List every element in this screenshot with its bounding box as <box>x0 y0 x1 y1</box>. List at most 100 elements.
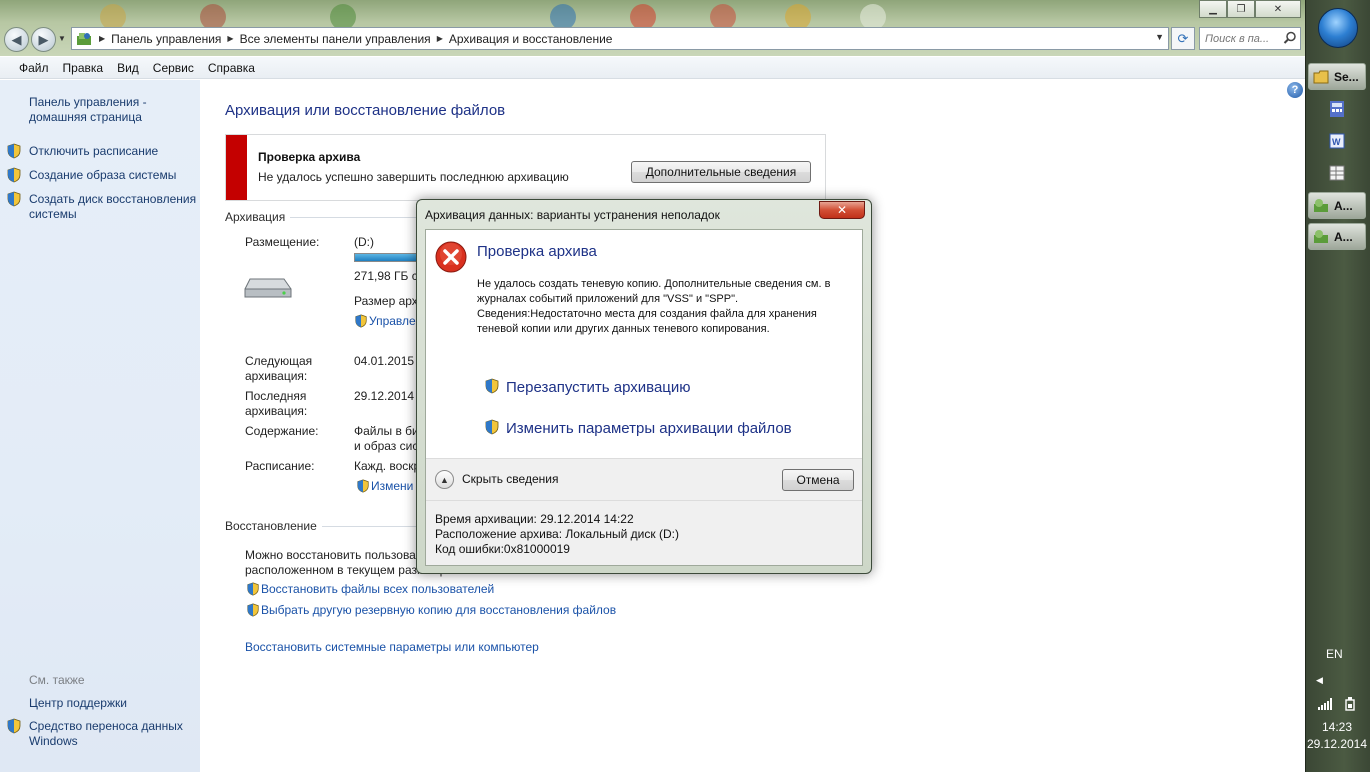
easy-transfer-link[interactable]: Средство переноса данных Windows <box>29 719 194 749</box>
maximize-button[interactable]: ❐ <box>1227 0 1255 18</box>
contents-value-line-2: и образ сис <box>354 439 419 453</box>
last-backup-value: 29.12.2014 1 <box>354 389 425 403</box>
title-bar: ▁ ❐ ✕ ◀ ▶ ▼ ▶ Панель управления ▶ Все эл… <box>0 0 1305 56</box>
shield-icon <box>7 143 21 159</box>
recent-pages-dropdown[interactable]: ▼ <box>58 34 66 43</box>
restart-backup-action[interactable]: Перезапустить архивацию <box>506 379 691 396</box>
detail-backup-location: Расположение архива: Локальный диск (D:) <box>435 527 679 541</box>
alert-color-bar <box>226 135 247 200</box>
taskbar-item-backup-1[interactable]: A... <box>1308 192 1366 219</box>
close-button[interactable]: ✕ <box>1255 0 1301 18</box>
dialog-message-line-2: Сведения:Недостаточно места для создания… <box>477 308 817 335</box>
search-box[interactable] <box>1199 27 1301 50</box>
shield-icon <box>7 167 21 183</box>
taskbar: Se... W A... A... EN ◀ 14:23 29.12.2014 <box>1305 0 1370 772</box>
shield-icon <box>355 314 367 328</box>
taskbar-item-label: Se... <box>1334 69 1359 84</box>
restore-all-users-link[interactable]: Восстановить файлы всех пользователей <box>261 582 494 597</box>
disk-usage-bar <box>354 253 424 262</box>
menu-edit[interactable]: Правка <box>56 61 111 75</box>
hide-details-toggle[interactable]: Скрыть сведения <box>462 472 558 486</box>
clock-time[interactable]: 14:23 <box>1306 720 1368 734</box>
shield-icon <box>357 479 369 493</box>
back-button[interactable]: ◀ <box>4 27 29 52</box>
network-icon[interactable] <box>1318 698 1332 710</box>
taskbar-item-label: A... <box>1334 229 1353 244</box>
see-also-title: См. также <box>29 673 85 687</box>
search-icon[interactable] <box>1283 31 1297 45</box>
backup-section-title: Архивация <box>225 210 286 224</box>
backup-size-value: Размер архи <box>354 294 425 308</box>
change-settings-link[interactable]: Измени <box>371 479 413 494</box>
dialog-close-button[interactable]: ✕ <box>819 201 865 219</box>
left-pane: Панель управления - домашняя страница От… <box>0 80 200 772</box>
taskbar-item-label: A... <box>1334 198 1353 213</box>
dialog-title: Архивация данных: варианты устранения не… <box>425 208 720 222</box>
section-divider <box>322 526 420 527</box>
backup-icon <box>1314 198 1328 212</box>
taskbar-item-backup-2[interactable]: A... <box>1308 223 1366 250</box>
contents-label: Содержание: <box>245 424 319 438</box>
svg-text:W: W <box>1332 137 1341 147</box>
backup-icon <box>1314 229 1328 243</box>
breadcrumb-all-items[interactable]: Все элементы панели управления <box>240 32 431 46</box>
dialog-heading: Проверка архива <box>477 243 597 260</box>
disable-schedule-link[interactable]: Отключить расписание <box>29 144 158 159</box>
next-backup-label: Следующая архивация: <box>245 354 313 383</box>
schedule-label: Расписание: <box>245 459 315 473</box>
menu-bar: Файл Правка Вид Сервис Справка <box>0 57 1305 79</box>
page-title: Архивация или восстановление файлов <box>225 102 506 119</box>
create-recovery-disc-link[interactable]: Создать диск восстановления системы <box>29 192 197 222</box>
power-icon[interactable] <box>1344 697 1356 711</box>
control-panel-home-link[interactable]: Панель управления - домашняя страница <box>29 95 189 125</box>
breadcrumb-backup-restore[interactable]: Архивация и восстановление <box>449 32 613 46</box>
shield-icon <box>247 582 259 596</box>
address-dropdown-icon[interactable]: ▼ <box>1155 32 1164 42</box>
troubleshooting-dialog: Архивация данных: варианты устранения не… <box>416 199 872 574</box>
menu-view[interactable]: Вид <box>110 61 146 75</box>
error-icon <box>435 241 467 273</box>
show-hidden-icons-icon[interactable]: ◀ <box>1316 675 1323 686</box>
start-button[interactable] <box>1318 8 1358 48</box>
shield-icon <box>485 419 499 435</box>
select-other-backup-link[interactable]: Выбрать другую резервную копию для восст… <box>261 603 616 618</box>
footer-divider <box>426 500 862 501</box>
action-center-link[interactable]: Центр поддержки <box>29 696 127 711</box>
alert-text: Не удалось успешно завершить последнюю а… <box>258 170 569 184</box>
help-icon[interactable]: ? <box>1287 82 1303 98</box>
forward-button[interactable]: ▶ <box>31 27 56 52</box>
breadcrumb-separator-icon: ▶ <box>227 34 234 43</box>
menu-file[interactable]: Файл <box>12 61 56 75</box>
dialog-message-line-1: Не удалось создать теневую копию. Дополн… <box>477 278 831 305</box>
refresh-button[interactable]: ⟳ <box>1171 27 1195 50</box>
chevron-up-icon[interactable]: ▲ <box>435 470 454 489</box>
cancel-button[interactable]: Отмена <box>782 469 854 491</box>
menu-tools[interactable]: Сервис <box>146 61 201 75</box>
next-backup-value: 04.01.2015 1 <box>354 354 425 368</box>
restore-text-line-1: Можно восстановить пользова <box>245 548 416 562</box>
breadcrumb-control-panel[interactable]: Панель управления <box>111 32 221 46</box>
spreadsheet-icon[interactable] <box>1328 164 1346 182</box>
address-bar[interactable]: ▶ Панель управления ▶ Все элементы панел… <box>71 27 1169 50</box>
search-input[interactable] <box>1205 32 1285 45</box>
shield-icon <box>7 718 21 734</box>
dialog-footer: ▲ Скрыть сведения Отмена Время архивации… <box>426 458 862 565</box>
free-space-value: 271,98 ГБ св <box>354 269 425 283</box>
create-system-image-link[interactable]: Создание образа системы <box>29 168 176 183</box>
change-backup-settings-action[interactable]: Изменить параметры архивации файлов <box>506 420 792 437</box>
restore-system-link[interactable]: Восстановить системные параметры или ком… <box>245 640 539 655</box>
dialog-body: Проверка архива Не удалось создать тенев… <box>425 229 863 566</box>
disk-usage-fill <box>355 254 423 261</box>
taskbar-item-folder[interactable]: Se... <box>1308 63 1366 90</box>
minimize-button[interactable]: ▁ <box>1199 0 1227 18</box>
language-indicator[interactable]: EN <box>1326 647 1343 661</box>
window-controls: ▁ ❐ ✕ <box>1199 0 1301 18</box>
clock-date[interactable]: 29.12.2014 <box>1306 737 1368 751</box>
last-backup-label: Последняя архивация: <box>245 389 308 418</box>
manage-space-link[interactable]: Управле <box>369 314 416 329</box>
calculator-icon[interactable] <box>1328 100 1346 118</box>
more-info-button[interactable]: Дополнительные сведения <box>631 161 811 183</box>
word-icon[interactable]: W <box>1328 132 1346 150</box>
menu-help[interactable]: Справка <box>201 61 262 75</box>
folder-icon <box>1313 70 1329 83</box>
